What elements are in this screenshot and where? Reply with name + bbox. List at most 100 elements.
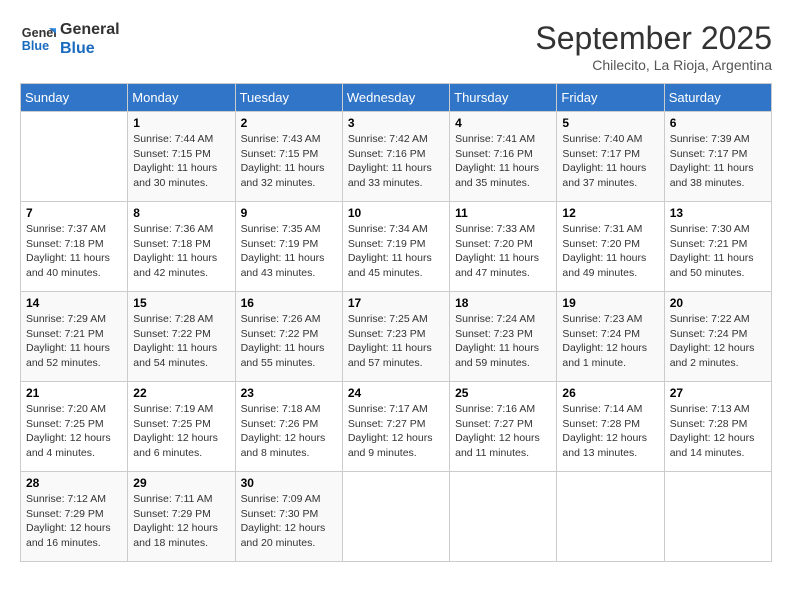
- day-info: Sunrise: 7:31 AMSunset: 7:20 PMDaylight:…: [562, 222, 658, 281]
- day-number: 29: [133, 476, 229, 490]
- logo: General Blue General Blue: [20, 20, 120, 58]
- day-number: 21: [26, 386, 122, 400]
- logo-blue: Blue: [60, 39, 120, 58]
- day-info: Sunrise: 7:09 AMSunset: 7:30 PMDaylight:…: [241, 492, 337, 551]
- calendar-cell: 21 Sunrise: 7:20 AMSunset: 7:25 PMDayligh…: [21, 382, 128, 472]
- calendar-cell: 12 Sunrise: 7:31 AMSunset: 7:20 PMDayligh…: [557, 202, 664, 292]
- day-number: 14: [26, 296, 122, 310]
- calendar-cell: 30Sunrise: 7:09 AMSunset: 7:30 PMDayligh…: [235, 472, 342, 562]
- day-info: Sunrise: 7:22 AMSunset: 7:24 PMDaylight:…: [670, 312, 766, 371]
- day-number: 23: [241, 386, 337, 400]
- day-info: Sunrise: 7:35 AMSunset: 7:19 PMDaylight:…: [241, 222, 337, 281]
- day-info: Sunrise: 7:26 AMSunset: 7:22 PMDaylight:…: [241, 312, 337, 371]
- calendar-cell: [342, 472, 449, 562]
- day-number: 5: [562, 116, 658, 130]
- day-number: 20: [670, 296, 766, 310]
- day-info: Sunrise: 7:43 AMSunset: 7:15 PMDaylight:…: [241, 132, 337, 191]
- calendar-cell: [664, 472, 771, 562]
- day-number: 13: [670, 206, 766, 220]
- day-info: Sunrise: 7:13 AMSunset: 7:28 PMDaylight:…: [670, 402, 766, 461]
- day-number: 16: [241, 296, 337, 310]
- title-block: September 2025 Chilecito, La Rioja, Arge…: [535, 20, 772, 73]
- day-number: 12: [562, 206, 658, 220]
- day-info: Sunrise: 7:14 AMSunset: 7:28 PMDaylight:…: [562, 402, 658, 461]
- day-info: Sunrise: 7:30 AMSunset: 7:21 PMDaylight:…: [670, 222, 766, 281]
- day-number: 28: [26, 476, 122, 490]
- day-info: Sunrise: 7:18 AMSunset: 7:26 PMDaylight:…: [241, 402, 337, 461]
- calendar-cell: 27 Sunrise: 7:13 AMSunset: 7:28 PMDayligh…: [664, 382, 771, 472]
- day-header-wednesday: Wednesday: [342, 84, 449, 112]
- day-info: Sunrise: 7:34 AMSunset: 7:19 PMDaylight:…: [348, 222, 444, 281]
- day-info: Sunrise: 7:29 AMSunset: 7:21 PMDaylight:…: [26, 312, 122, 371]
- day-info: Sunrise: 7:16 AMSunset: 7:27 PMDaylight:…: [455, 402, 551, 461]
- calendar-cell: 19Sunrise: 7:23 AMSunset: 7:24 PMDayligh…: [557, 292, 664, 382]
- week-row-2: 7 Sunrise: 7:37 AMSunset: 7:18 PMDaylight…: [21, 202, 772, 292]
- day-info: Sunrise: 7:12 AMSunset: 7:29 PMDaylight:…: [26, 492, 122, 551]
- calendar-cell: 17Sunrise: 7:25 AMSunset: 7:23 PMDayligh…: [342, 292, 449, 382]
- day-number: 8: [133, 206, 229, 220]
- day-info: Sunrise: 7:41 AMSunset: 7:16 PMDaylight:…: [455, 132, 551, 191]
- calendar-cell: 11 Sunrise: 7:33 AMSunset: 7:20 PMDayligh…: [450, 202, 557, 292]
- calendar-cell: 20 Sunrise: 7:22 AMSunset: 7:24 PMDayligh…: [664, 292, 771, 382]
- logo-general: General: [60, 20, 120, 39]
- calendar-cell: 8 Sunrise: 7:36 AMSunset: 7:18 PMDaylight…: [128, 202, 235, 292]
- day-header-thursday: Thursday: [450, 84, 557, 112]
- day-info: Sunrise: 7:39 AMSunset: 7:17 PMDaylight:…: [670, 132, 766, 191]
- day-info: Sunrise: 7:36 AMSunset: 7:18 PMDaylight:…: [133, 222, 229, 281]
- day-info: Sunrise: 7:23 AMSunset: 7:24 PMDaylight:…: [562, 312, 658, 371]
- day-number: 10: [348, 206, 444, 220]
- day-info: Sunrise: 7:17 AMSunset: 7:27 PMDaylight:…: [348, 402, 444, 461]
- calendar-cell: [21, 112, 128, 202]
- location: Chilecito, La Rioja, Argentina: [535, 57, 772, 73]
- calendar-cell: 5 Sunrise: 7:40 AMSunset: 7:17 PMDaylight…: [557, 112, 664, 202]
- day-number: 17: [348, 296, 444, 310]
- calendar-cell: 22 Sunrise: 7:19 AMSunset: 7:25 PMDayligh…: [128, 382, 235, 472]
- svg-text:Blue: Blue: [22, 39, 49, 53]
- week-row-1: 1 Sunrise: 7:44 AMSunset: 7:15 PMDaylight…: [21, 112, 772, 202]
- calendar-cell: 2Sunrise: 7:43 AMSunset: 7:15 PMDaylight…: [235, 112, 342, 202]
- week-row-4: 21 Sunrise: 7:20 AMSunset: 7:25 PMDayligh…: [21, 382, 772, 472]
- week-row-3: 14 Sunrise: 7:29 AMSunset: 7:21 PMDayligh…: [21, 292, 772, 382]
- calendar-cell: [450, 472, 557, 562]
- month-title: September 2025: [535, 20, 772, 57]
- day-number: 3: [348, 116, 444, 130]
- calendar-cell: [557, 472, 664, 562]
- day-info: Sunrise: 7:44 AMSunset: 7:15 PMDaylight:…: [133, 132, 229, 191]
- day-number: 1: [133, 116, 229, 130]
- day-info: Sunrise: 7:33 AMSunset: 7:20 PMDaylight:…: [455, 222, 551, 281]
- day-info: Sunrise: 7:37 AMSunset: 7:18 PMDaylight:…: [26, 222, 122, 281]
- day-number: 6: [670, 116, 766, 130]
- day-number: 25: [455, 386, 551, 400]
- day-number: 7: [26, 206, 122, 220]
- day-info: Sunrise: 7:42 AMSunset: 7:16 PMDaylight:…: [348, 132, 444, 191]
- day-number: 27: [670, 386, 766, 400]
- day-info: Sunrise: 7:20 AMSunset: 7:25 PMDaylight:…: [26, 402, 122, 461]
- calendar-cell: 25 Sunrise: 7:16 AMSunset: 7:27 PMDayligh…: [450, 382, 557, 472]
- calendar-cell: 16 Sunrise: 7:26 AMSunset: 7:22 PMDayligh…: [235, 292, 342, 382]
- calendar-cell: 18Sunrise: 7:24 AMSunset: 7:23 PMDayligh…: [450, 292, 557, 382]
- day-header-sunday: Sunday: [21, 84, 128, 112]
- calendar-cell: 4 Sunrise: 7:41 AMSunset: 7:16 PMDaylight…: [450, 112, 557, 202]
- calendar-cell: 10 Sunrise: 7:34 AMSunset: 7:19 PMDayligh…: [342, 202, 449, 292]
- day-number: 11: [455, 206, 551, 220]
- day-number: 18: [455, 296, 551, 310]
- calendar-cell: 14 Sunrise: 7:29 AMSunset: 7:21 PMDayligh…: [21, 292, 128, 382]
- calendar-cell: 1 Sunrise: 7:44 AMSunset: 7:15 PMDaylight…: [128, 112, 235, 202]
- calendar-cell: 24 Sunrise: 7:17 AMSunset: 7:27 PMDayligh…: [342, 382, 449, 472]
- day-number: 24: [348, 386, 444, 400]
- day-header-friday: Friday: [557, 84, 664, 112]
- day-info: Sunrise: 7:28 AMSunset: 7:22 PMDaylight:…: [133, 312, 229, 371]
- day-number: 9: [241, 206, 337, 220]
- day-header-monday: Monday: [128, 84, 235, 112]
- calendar-header-row: SundayMondayTuesdayWednesdayThursdayFrid…: [21, 84, 772, 112]
- day-number: 4: [455, 116, 551, 130]
- calendar-cell: 15 Sunrise: 7:28 AMSunset: 7:22 PMDayligh…: [128, 292, 235, 382]
- day-number: 22: [133, 386, 229, 400]
- calendar-cell: 6 Sunrise: 7:39 AMSunset: 7:17 PMDaylight…: [664, 112, 771, 202]
- day-info: Sunrise: 7:40 AMSunset: 7:17 PMDaylight:…: [562, 132, 658, 191]
- logo-icon: General Blue: [20, 21, 56, 57]
- day-info: Sunrise: 7:19 AMSunset: 7:25 PMDaylight:…: [133, 402, 229, 461]
- calendar-cell: 7 Sunrise: 7:37 AMSunset: 7:18 PMDaylight…: [21, 202, 128, 292]
- day-number: 15: [133, 296, 229, 310]
- calendar-cell: 9 Sunrise: 7:35 AMSunset: 7:19 PMDaylight…: [235, 202, 342, 292]
